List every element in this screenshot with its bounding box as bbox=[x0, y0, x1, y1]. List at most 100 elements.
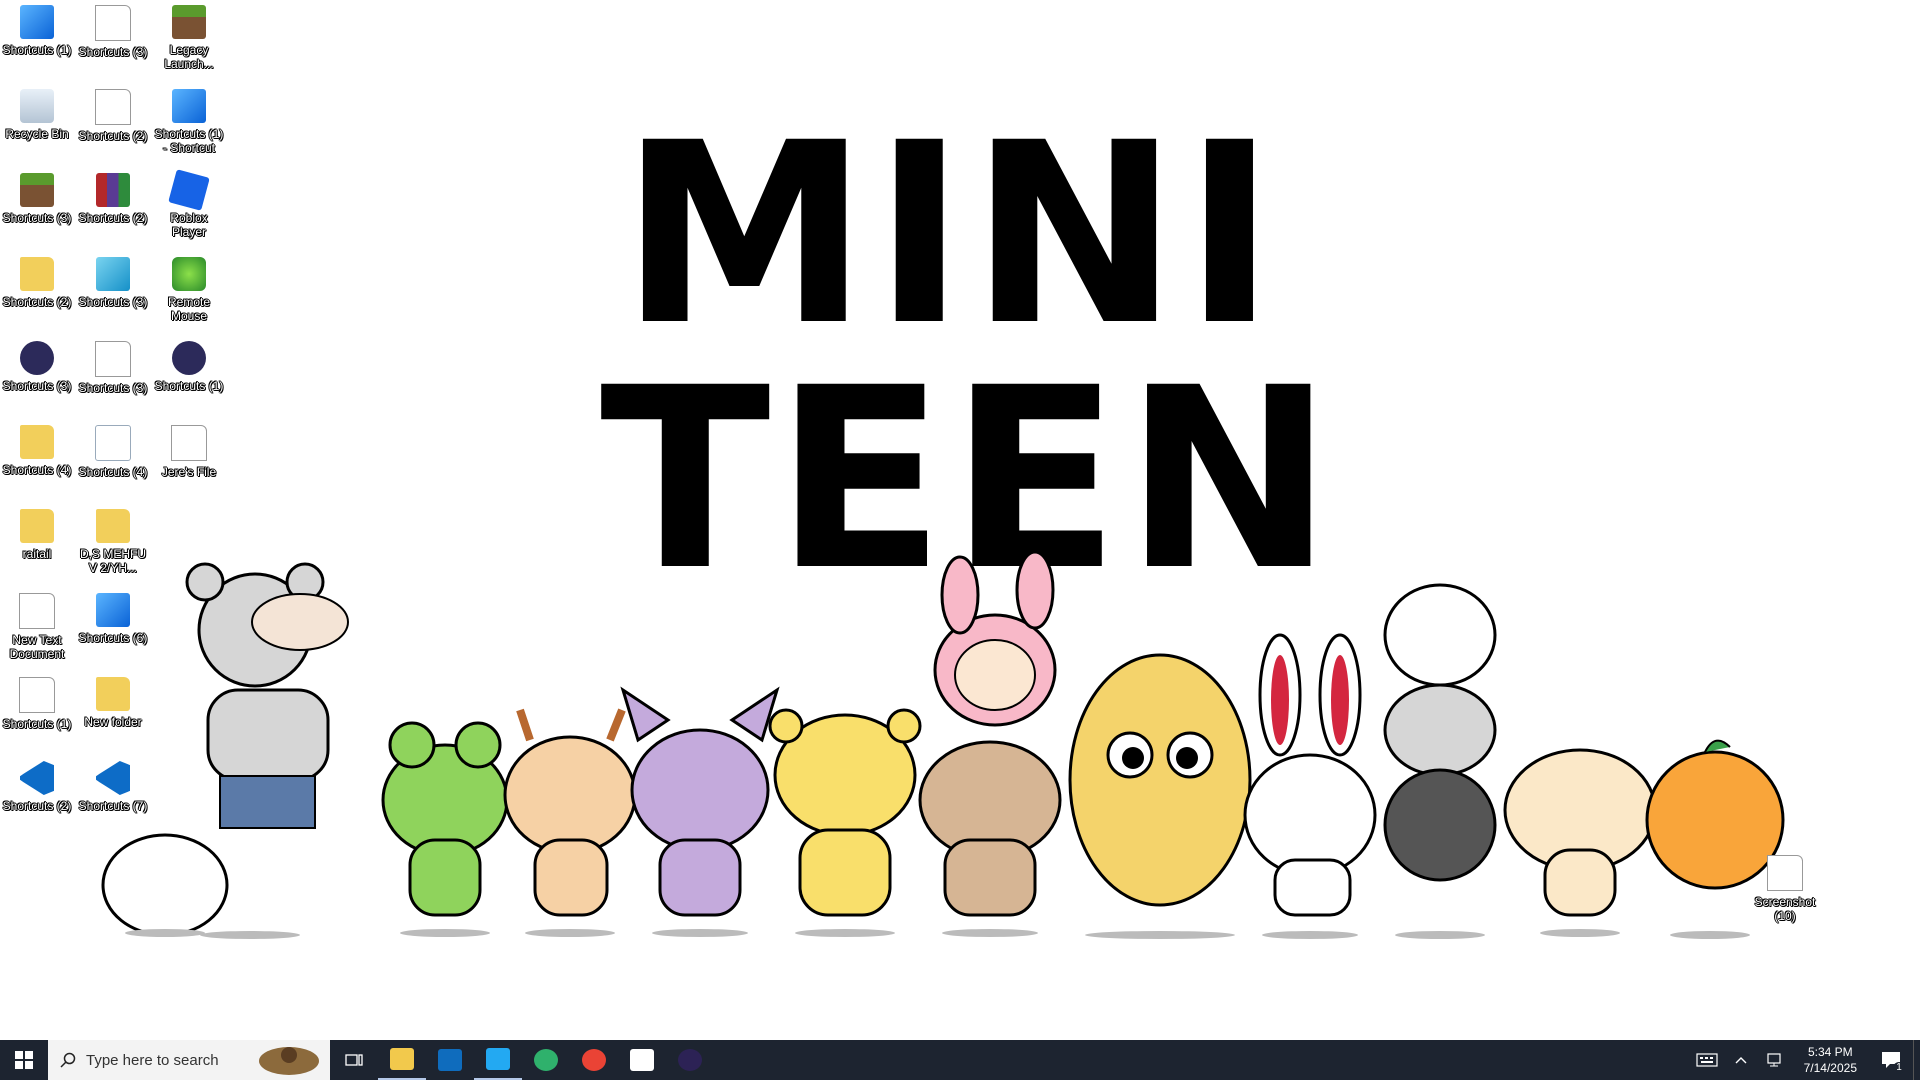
wallpaper-title-line1: MINI bbox=[620, 89, 1281, 380]
desktop-icon[interactable]: Shortcuts (3) bbox=[0, 173, 74, 225]
folder-icon bbox=[20, 257, 54, 291]
desktop-icon[interactable]: Shortcuts (3) bbox=[0, 341, 74, 393]
frog-character bbox=[381, 721, 509, 937]
remote-icon bbox=[172, 257, 206, 291]
bin-icon bbox=[20, 89, 54, 123]
mc-icon bbox=[172, 5, 206, 39]
desktop-icon[interactable]: Shortcuts (3) bbox=[76, 5, 150, 59]
desktop-icon-label: Shortcuts (2) bbox=[78, 129, 148, 143]
desktop-icon[interactable]: Shortcuts (2) bbox=[0, 257, 74, 309]
folder-icon bbox=[20, 425, 54, 459]
desktop-icon[interactable]: D,S MEHFU V 2/YH... bbox=[76, 509, 150, 575]
search-highlight-icon bbox=[259, 1047, 319, 1075]
folder-icon bbox=[20, 509, 54, 543]
doc-icon bbox=[95, 89, 131, 125]
desktop-icon-label: New Text Document bbox=[9, 633, 65, 661]
desktop-icon-label: Shortcuts (6) bbox=[78, 631, 148, 645]
taskbar-search-box[interactable]: Type here to search bbox=[48, 1040, 330, 1080]
desktop-icon-label: raitail bbox=[22, 547, 52, 561]
desktop-icon-label: Shortcuts (3) bbox=[78, 295, 148, 309]
vscode-icon bbox=[486, 1048, 510, 1070]
shortcut-win-icon bbox=[20, 5, 54, 39]
desktop-icon-label: Shortcuts (3) bbox=[2, 211, 72, 225]
taskbar-clock[interactable]: 5:34 PM 7/14/2025 bbox=[1792, 1044, 1869, 1076]
desktop-icon-label: Shortcuts (2) bbox=[2, 799, 72, 813]
desktop-icon[interactable]: Legacy Launch... bbox=[152, 5, 226, 71]
desktop-icon[interactable]: Shortcuts (4) bbox=[76, 425, 150, 479]
dark-icon bbox=[172, 341, 206, 375]
taskbar-app-button[interactable] bbox=[378, 1040, 426, 1080]
desktop-icon[interactable]: Shortcuts (1) bbox=[0, 5, 74, 57]
doc-icon bbox=[19, 593, 55, 629]
desktop-icon[interactable]: Screenshot (10) bbox=[1748, 855, 1822, 923]
folder-icon bbox=[96, 509, 130, 543]
folder-icon bbox=[390, 1048, 414, 1070]
desktop-icon-label: Shortcuts (3) bbox=[2, 379, 72, 393]
windows-logo-icon bbox=[15, 1051, 33, 1069]
desktop-icon[interactable]: Shortcuts (7) bbox=[76, 761, 150, 813]
desktop-icon[interactable]: Shortcuts (3) bbox=[76, 257, 150, 309]
chick-character bbox=[1068, 653, 1252, 939]
desktop-icon[interactable]: Shortcuts (1) bbox=[152, 341, 226, 393]
task-view-button[interactable] bbox=[330, 1040, 378, 1080]
desktop-icon[interactable]: Shortcuts (2) bbox=[76, 173, 150, 225]
desktop-icon[interactable]: Shortcuts (4) bbox=[0, 425, 74, 477]
desktop-icon-label: Jere's File bbox=[161, 465, 217, 479]
desktop-icon[interactable]: New Text Document bbox=[0, 593, 74, 661]
desktop-icon-label: Screenshot (10) bbox=[1754, 895, 1816, 923]
desktop-icon[interactable]: New folder bbox=[76, 677, 150, 729]
doc-icon bbox=[95, 341, 131, 377]
desktop-icon-label: D,S MEHFU V 2/YH... bbox=[80, 547, 146, 575]
doc-icon bbox=[19, 677, 55, 713]
desktop-icon-label: Shortcuts (7) bbox=[78, 799, 148, 813]
taskbar-pinned-apps bbox=[378, 1040, 714, 1080]
java-icon bbox=[95, 425, 131, 461]
notification-count: 1 bbox=[1893, 1062, 1905, 1074]
wallpaper-character-group bbox=[101, 550, 1785, 939]
store-icon bbox=[630, 1049, 654, 1071]
notification-center-button[interactable]: 1 bbox=[1869, 1040, 1913, 1080]
outlook-icon bbox=[438, 1049, 462, 1071]
vscode-icon bbox=[96, 761, 130, 795]
desktop-icon[interactable]: raitail bbox=[0, 509, 74, 561]
desktop-icon[interactable]: Shortcuts (2) bbox=[76, 89, 150, 143]
start-button[interactable] bbox=[0, 1040, 48, 1080]
pink-bunny-character bbox=[933, 550, 1057, 727]
taskbar-app-button[interactable] bbox=[474, 1040, 522, 1080]
network-icon[interactable] bbox=[1758, 1040, 1792, 1080]
desktop-icon[interactable]: Jere's File bbox=[152, 425, 226, 479]
desktop-icon[interactable]: Roblox Player bbox=[152, 169, 226, 239]
doc-icon bbox=[171, 425, 207, 461]
desktop-icon-label: Shortcuts (3) bbox=[78, 45, 148, 59]
cat-stack-character bbox=[1383, 583, 1497, 939]
roblox-icon bbox=[168, 169, 210, 211]
shortcut-win-icon bbox=[96, 593, 130, 627]
desktop-icon[interactable]: Shortcuts (6) bbox=[76, 593, 150, 645]
desktop-icon[interactable]: Shortcuts (3) bbox=[76, 341, 150, 395]
desktop-icon[interactable]: Shortcuts (2) bbox=[0, 761, 74, 813]
taskbar-app-button[interactable] bbox=[426, 1040, 474, 1080]
chevron-up-icon[interactable] bbox=[1724, 1040, 1758, 1080]
desktop-icon[interactable]: Shortcuts (1) - Shortcut bbox=[152, 89, 226, 155]
doc-icon bbox=[1767, 855, 1803, 891]
desktop-icon-label: Recycle Bin bbox=[5, 127, 69, 141]
vscode-icon bbox=[20, 761, 54, 795]
system-tray: 5:34 PM 7/14/2025 1 bbox=[1690, 1040, 1920, 1080]
search-placeholder: Type here to search bbox=[86, 1051, 219, 1069]
desktop-icon-label: New folder bbox=[84, 715, 142, 729]
mc-icon bbox=[20, 173, 54, 207]
cube-icon bbox=[96, 257, 130, 291]
show-desktop-button[interactable] bbox=[1913, 1040, 1920, 1080]
taskbar-app-button[interactable] bbox=[522, 1040, 570, 1080]
desktop-icon[interactable]: Remote Mouse bbox=[152, 257, 226, 323]
clock-time: 5:34 PM bbox=[1807, 1045, 1853, 1059]
eclipse-icon bbox=[678, 1049, 702, 1071]
desktop-icon[interactable]: Recycle Bin bbox=[0, 89, 74, 141]
desktop-icon[interactable]: Shortcuts (1) bbox=[0, 677, 74, 731]
taskbar-app-button[interactable] bbox=[570, 1040, 618, 1080]
taskbar-app-button[interactable] bbox=[666, 1040, 714, 1080]
doc-icon bbox=[95, 5, 131, 41]
taskbar-app-button[interactable] bbox=[618, 1040, 666, 1080]
desktop-icon-label: Shortcuts (1) bbox=[154, 379, 224, 393]
keyboard-layout-icon[interactable] bbox=[1690, 1040, 1724, 1080]
